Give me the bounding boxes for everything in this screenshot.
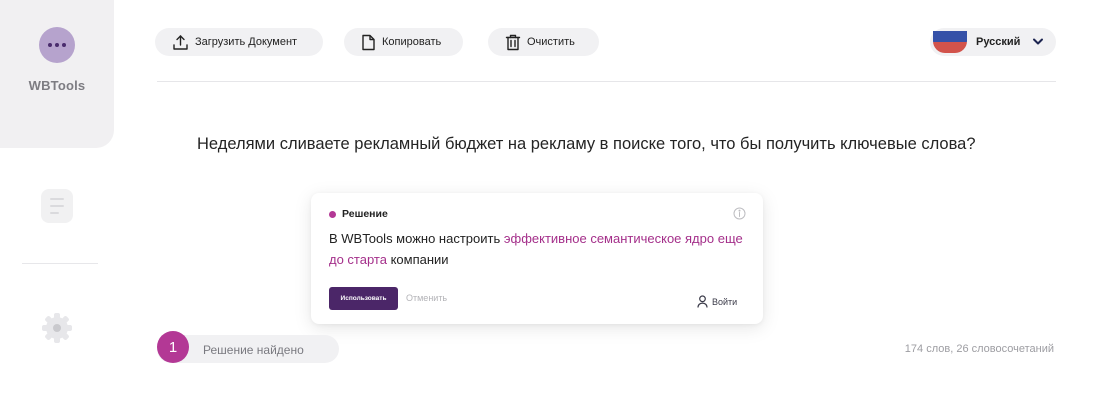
more-dots-icon: [39, 27, 75, 63]
language-select[interactable]: Русский: [930, 28, 1056, 56]
sidebar: WBTools: [0, 0, 114, 400]
use-button[interactable]: Использовать: [329, 287, 398, 310]
language-label: Русский: [976, 36, 1021, 48]
word-stats: 174 слов, 26 словосочетаний: [904, 343, 1054, 355]
chevron-down-icon: [1033, 38, 1043, 45]
suggestion-title: Решение: [342, 208, 388, 220]
page: WBTools Загрузить Документ Копировать Оч…: [0, 0, 1098, 400]
upload-document-button[interactable]: Загрузить Документ: [155, 28, 323, 56]
toolbar-divider: [157, 81, 1056, 82]
suggestion-text: В WBTools можно настроить: [329, 231, 504, 246]
clear-button[interactable]: Очистить: [488, 28, 599, 56]
gear-icon[interactable]: [40, 311, 74, 345]
user-icon: [697, 295, 708, 308]
suggestion-text-end: компании: [386, 252, 449, 267]
login-label: Войти: [712, 296, 738, 307]
copy-label: Копировать: [382, 36, 442, 48]
suggestion-dot: [329, 210, 336, 218]
clear-label: Очистить: [527, 36, 575, 48]
editor-text[interactable]: Неделями сливаете рекламный бюджет на ре…: [197, 131, 1017, 158]
app-name: WBTools: [28, 78, 86, 93]
copy-icon: [362, 34, 375, 50]
russia-flag-icon: [933, 31, 967, 53]
upload-icon: [173, 34, 188, 50]
solutions-count-badge: 1: [157, 331, 189, 363]
trash-icon: [505, 34, 521, 50]
suggestion-body: В WBTools можно настроить эффективное се…: [329, 228, 749, 270]
upload-label: Загрузить Документ: [195, 36, 298, 48]
document-icon[interactable]: [41, 189, 73, 223]
cancel-link[interactable]: Отменить: [406, 293, 447, 303]
app-tile[interactable]: WBTools: [0, 0, 114, 148]
login-link[interactable]: Войти: [697, 295, 737, 308]
sidebar-divider: [22, 263, 98, 264]
suggestion-card: Решение В WBTools можно настроить эффект…: [311, 193, 763, 324]
solutions-found-label: Решение найдено: [203, 343, 304, 357]
info-icon[interactable]: [733, 207, 746, 220]
suggestion-header: Решение: [329, 208, 388, 220]
solutions-found-status[interactable]: 1 Решение найдено: [157, 331, 339, 363]
copy-button[interactable]: Копировать: [344, 28, 463, 56]
